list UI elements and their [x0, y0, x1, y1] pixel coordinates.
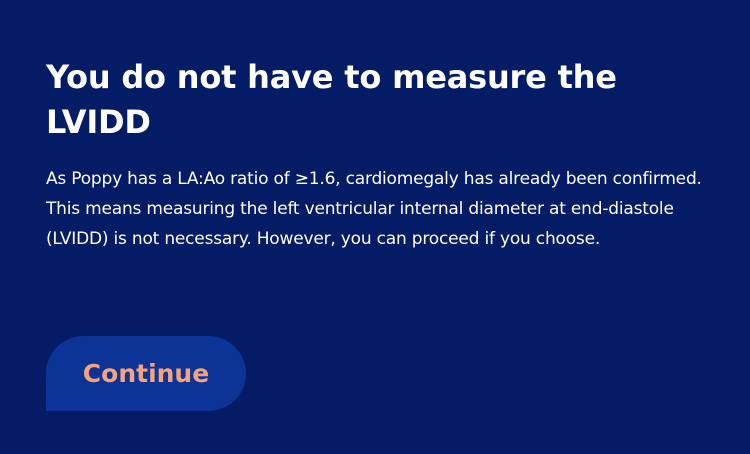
continue-button-label: Continue: [82, 359, 210, 388]
information-panel: You do not have to measure the LVIDD As …: [0, 0, 750, 454]
lvidd-explanation: As Poppy has a LA:Ao ratio of ≥1.6, card…: [46, 169, 702, 249]
page-title: You do not have to measure the LVIDD: [46, 58, 617, 141]
continue-button[interactable]: Continue: [46, 336, 246, 411]
